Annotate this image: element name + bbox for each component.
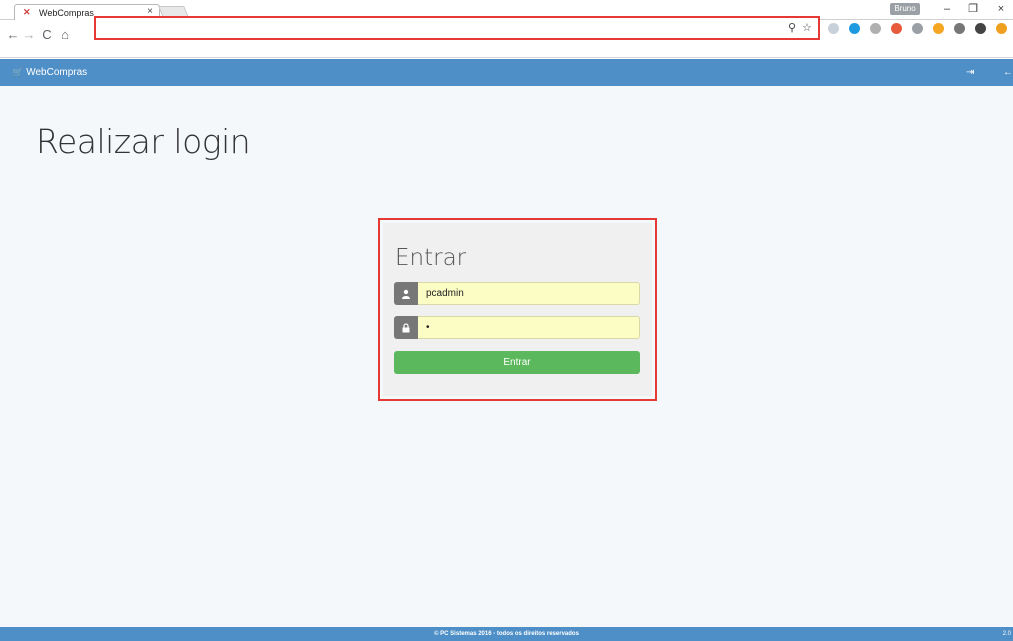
forward-arrow-icon[interactable]: →: [22, 28, 36, 42]
shield-icon[interactable]: [870, 23, 881, 34]
webcompras-favicon-icon: ✕: [23, 7, 31, 17]
lock-icon: [394, 316, 418, 339]
orange-extension-icon[interactable]: [996, 23, 1007, 34]
page-title: Realizar login: [36, 122, 251, 161]
droplet-icon[interactable]: [849, 23, 860, 34]
address-bar[interactable]: ⚲ ☆: [94, 16, 820, 40]
brand-link[interactable]: 🛒 WebCompras: [12, 66, 87, 79]
footer: © PC Sistemas 2016 - todos os direitos r…: [0, 627, 1013, 641]
brand-name: WebCompras: [26, 67, 88, 78]
back-nav-icon[interactable]: ←: [1003, 66, 1013, 79]
home-icon[interactable]: ⌂: [58, 28, 72, 42]
close-window-button[interactable]: ×: [994, 2, 1008, 16]
page-content: Realizar login Entrar Entrar: [0, 86, 1013, 627]
logout-icon[interactable]: ⇥: [966, 66, 974, 79]
reload-icon[interactable]: C: [40, 28, 54, 42]
mail-icon[interactable]: [954, 23, 965, 34]
user-icon: [394, 282, 418, 305]
adblock-icon[interactable]: [891, 23, 902, 34]
address-input[interactable]: [100, 20, 780, 36]
key-icon[interactable]: ⚲: [788, 21, 796, 35]
login-heading: Entrar: [395, 245, 467, 271]
location-icon[interactable]: [912, 23, 923, 34]
password-group: [394, 316, 640, 339]
drop-icon[interactable]: [933, 23, 944, 34]
restore-button[interactable]: ❐: [966, 2, 980, 16]
pocket-icon[interactable]: [828, 23, 839, 34]
tab-title: WebCompras: [39, 8, 94, 18]
username-input[interactable]: [418, 282, 640, 305]
footer-copyright: © PC Sistemas 2016 - todos os direitos r…: [434, 631, 579, 637]
app-navbar: 🛒 WebCompras ⇥ ←: [0, 59, 1013, 86]
back-arrow-icon[interactable]: ←: [6, 28, 20, 42]
pen-icon[interactable]: [975, 23, 986, 34]
minimize-button[interactable]: –: [940, 2, 954, 16]
footer-version: 2.0: [1002, 631, 1011, 637]
cart-icon: 🛒: [12, 67, 24, 77]
login-card: Entrar Entrar: [383, 223, 652, 396]
bookmark-star-icon[interactable]: ☆: [802, 21, 812, 35]
username-group: [394, 282, 640, 305]
password-input[interactable]: [418, 316, 640, 339]
profile-badge[interactable]: Bruno: [890, 3, 920, 15]
login-submit-button[interactable]: Entrar: [394, 351, 640, 374]
